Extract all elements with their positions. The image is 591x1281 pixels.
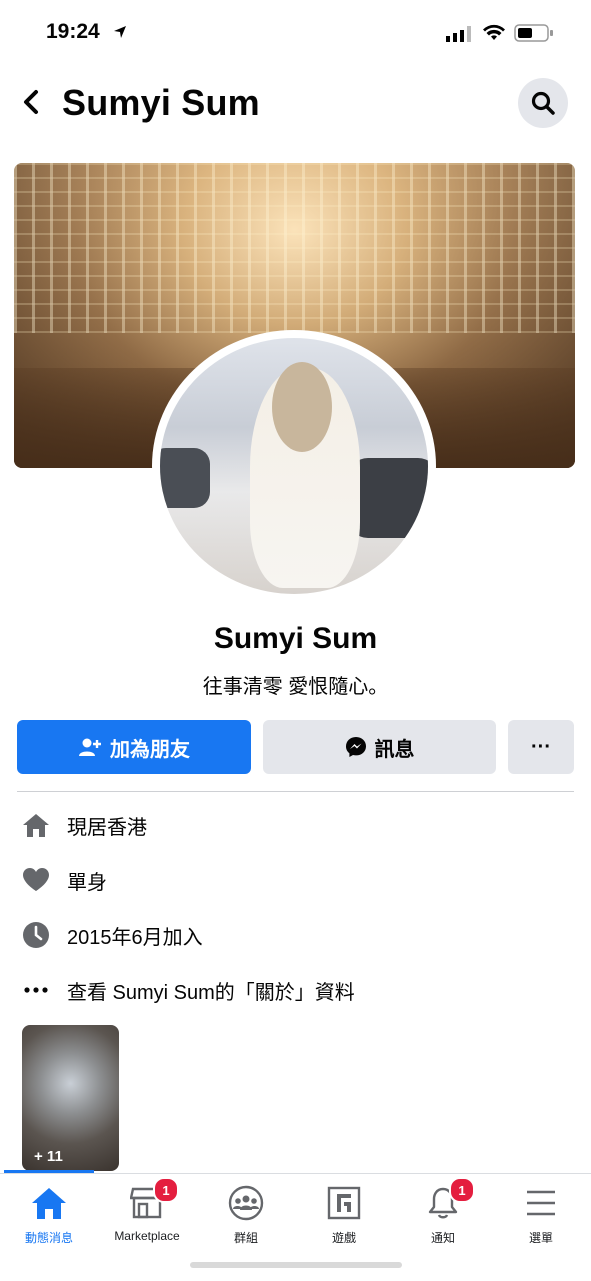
more-dots-icon — [22, 976, 50, 1004]
detail-joined-text: 2015年6月加入 — [67, 926, 203, 949]
marketplace-icon: 1 — [127, 1177, 179, 1223]
profile-name: Sumyi Sum — [213, 622, 378, 655]
add-friend-label: 加為朋友 — [110, 738, 190, 761]
heart-icon — [22, 866, 50, 894]
detail-about-text: 查看 Sumyi Sum的「關於」資料 — [67, 981, 355, 1004]
back-button[interactable] — [18, 84, 48, 120]
nav-label: 通知 — [430, 1231, 455, 1245]
detail-about-link[interactable]: 查看 Sumyi Sum的「關於」資料 — [22, 973, 355, 1007]
chevron-left-icon — [24, 90, 38, 114]
message-label: 訊息 — [374, 738, 415, 761]
clock-icon — [22, 921, 50, 949]
bell-icon: 1 — [423, 1177, 475, 1223]
message-button[interactable]: 訊息 — [263, 720, 496, 774]
nav-item-notifications[interactable]: 1 通知 — [394, 1177, 492, 1246]
detail-joined: 2015年6月加入 — [22, 918, 203, 952]
search-icon — [531, 91, 555, 115]
profile-bio: 往事清零 愛恨隨心。 — [202, 676, 389, 698]
location-arrow-icon — [113, 25, 127, 44]
gaming-icon — [324, 1183, 364, 1223]
profile-picture[interactable] — [152, 330, 436, 602]
detail-location: 現居香港 — [22, 808, 147, 842]
notification-badge: 1 — [153, 1177, 179, 1203]
home-indicator — [190, 1262, 402, 1268]
nav-item-groups[interactable]: 群組 — [197, 1183, 295, 1246]
nav-item-news-feed[interactable]: 動態消息 — [0, 1183, 98, 1246]
nav-item-menu[interactable]: 選單 — [492, 1183, 590, 1246]
detail-relationship-text: 單身 — [67, 871, 107, 894]
groups-icon — [226, 1183, 266, 1223]
menu-icon — [521, 1183, 561, 1223]
home-icon — [22, 811, 50, 839]
battery-icon — [514, 24, 554, 47]
add-friend-icon — [78, 737, 102, 757]
detail-location-text: 現居香港 — [67, 816, 147, 839]
signal-icon — [446, 26, 472, 47]
search-button[interactable] — [518, 78, 568, 128]
nav-label: Marketplace — [114, 1229, 180, 1243]
nav-label: 群組 — [233, 1231, 258, 1245]
add-friend-button[interactable]: 加為朋友 — [17, 720, 251, 774]
nav-item-marketplace[interactable]: 1 Marketplace — [98, 1177, 196, 1243]
nav-label: 動態消息 — [24, 1231, 73, 1245]
detail-relationship: 單身 — [22, 863, 107, 897]
notification-badge: 1 — [449, 1177, 475, 1203]
photo-thumbnail[interactable]: + 11 — [22, 1025, 119, 1171]
photo-count: + 11 — [34, 1148, 63, 1165]
home-icon — [29, 1183, 69, 1223]
divider — [17, 791, 574, 792]
nav-item-gaming[interactable]: 遊戲 — [295, 1183, 393, 1246]
page-title: Sumyi Sum — [62, 82, 260, 123]
more-options-button[interactable]: ··· — [508, 720, 574, 774]
wifi-icon — [482, 24, 506, 47]
status-time: 19:24 — [46, 20, 100, 43]
messenger-icon — [345, 736, 367, 758]
nav-label: 選單 — [528, 1231, 553, 1245]
more-dots-icon: ··· — [531, 735, 551, 758]
nav-label: 遊戲 — [331, 1231, 356, 1245]
